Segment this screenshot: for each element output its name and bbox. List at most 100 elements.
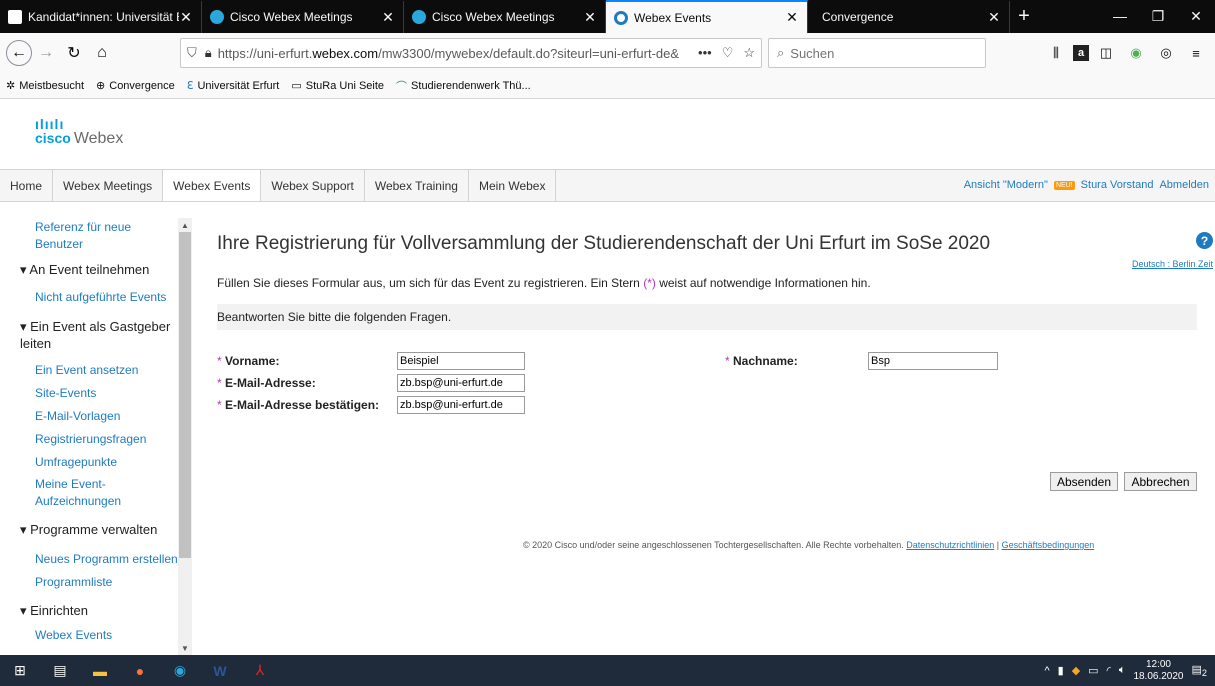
windows-start-icon[interactable]: ⊞ [0,655,40,686]
sidebar-section-einrichten[interactable]: ▾ Einrichten [20,602,88,619]
sidebar-item-site-events[interactable]: Site-Events [35,385,96,402]
webex-tray-icon[interactable]: ◆ [1072,664,1080,677]
tab-webex-meetings-2[interactable]: Cisco Webex Meetings ✕ [404,1,606,33]
tab-convergence[interactable]: Convergence ✕ [808,1,1010,33]
logout-link[interactable]: Abmelden [1159,179,1209,191]
scrollbar-thumb[interactable] [179,232,191,558]
sidebar-item-neues-programm[interactable]: Neues Programm erstellen [35,551,178,568]
library-icon[interactable]: ⫼ [1043,39,1069,67]
email-confirm-input[interactable] [397,396,525,414]
submit-button[interactable]: Absenden [1050,472,1118,491]
sidebar-section-programme[interactable]: ▾ Programme verwalten [20,521,157,538]
url-bar[interactable]: ⛉ 🔒︎ https://uni-erfurt. webex.com/mw3300… [180,38,762,68]
email-input[interactable] [397,374,525,392]
page-actions-icon[interactable]: ••• [698,45,712,61]
lock-icon[interactable]: 🔒︎ [205,45,212,61]
menu-mein-webex[interactable]: Mein Webex [469,170,557,201]
scroll-up-icon[interactable]: ▲ [178,218,192,232]
account-icon[interactable]: ◎ [1153,39,1179,67]
menu-webex-meetings[interactable]: Webex Meetings [53,170,164,201]
tracking-shield-icon[interactable]: ⛉ [187,45,197,61]
bookmark-uni-erfurt[interactable]: ℇ Universität Erfurt [187,79,280,93]
home-icon[interactable]: ⌂ [88,39,116,67]
help-icon[interactable]: ? [1196,232,1213,249]
menu-webex-events[interactable]: Webex Events [163,170,262,201]
forward-arrow-icon[interactable]: → [32,39,60,67]
file-explorer-icon[interactable]: ▬ [80,655,120,686]
tab-kandidat[interactable]: Kandidat*innen: Universität Erf ✕ [0,1,202,33]
close-tab-icon[interactable]: ✕ [583,9,597,26]
sidebar-icon[interactable]: ◫ [1093,39,1119,67]
amazon-extension-icon[interactable]: a [1073,45,1089,61]
menu-home[interactable]: Home [0,170,54,201]
back-arrow-icon[interactable]: ← [6,40,32,66]
minimize-icon[interactable]: — [1101,0,1139,32]
bookmark-studierendenwerk[interactable]: ⌒ Studierendenwerk Thü... [396,78,531,94]
wifi-icon[interactable]: ◜ [1107,664,1111,677]
bookmark-most-visited[interactable]: ✲ Meistbesucht [6,79,85,93]
notification-icon[interactable]: ▤2 [1192,663,1208,678]
bookmark-convergence[interactable]: ⊕ Convergence [96,79,175,93]
language-timezone-link[interactable]: Deutsch : Berlin Zeit [1132,259,1213,269]
webex-app-icon[interactable]: ◉ [160,655,200,686]
sidebar-item-webex-events[interactable]: Webex Events [35,627,112,644]
sidebar-section-gastgeber[interactable]: ▾ Ein Event als Gastgeber leiten [20,318,180,352]
clock[interactable]: 12:00 18.06.2020 [1133,659,1183,683]
sidebar-item-aufzeichnungen[interactable]: Meine Event-Aufzeichnungen [35,476,145,510]
user-name-link[interactable]: Stura Vorstand [1081,179,1154,191]
sidebar-item-ansetzen[interactable]: Ein Event ansetzen [35,362,138,379]
sidebar-item-programmliste[interactable]: Programmliste [35,574,112,591]
vorname-input[interactable] [397,352,525,370]
microphone-icon[interactable]: ▮ [1058,664,1064,677]
sidebar-item-referenz[interactable]: Referenz für neue Benutzer [35,219,165,253]
nachname-input[interactable] [868,352,998,370]
sidebar-scrollbar[interactable]: ▲ ▼ [178,218,192,655]
close-window-icon[interactable]: ✕ [1177,0,1215,32]
close-tab-icon[interactable]: ✕ [179,9,193,26]
close-tab-icon[interactable]: ✕ [381,9,395,26]
webex-wordmark: Webex [73,130,124,147]
caret-down-icon: ▾ [20,603,31,618]
cisco-webex-logo[interactable]: ılıılı cisco Webex [35,117,124,148]
menu-webex-support[interactable]: Webex Support [261,170,365,201]
browser-tools: ⫼ a ◫ ◉ ◎ ≡ [1043,39,1209,67]
sidebar-item-nicht-aufgefuehrt[interactable]: Nicht aufgeführte Events [35,289,166,306]
bookmark-stura[interactable]: ▭ StuRa Uni Seite [291,79,384,93]
required-star-note: (*) [643,276,656,290]
search-input[interactable]: ⌕ Suchen [768,38,986,68]
window-controls: — ❐ ✕ [1101,0,1215,32]
label-text: Vorname: [225,354,280,368]
firefox-icon[interactable]: ● [120,655,160,686]
required-marker: * [217,398,222,412]
menu-webex-training[interactable]: Webex Training [365,170,469,201]
folder-icon: ▭ [291,80,302,92]
bookmark-label: Meistbesucht [19,79,85,92]
pocket-icon[interactable]: ♡ [722,45,734,61]
close-tab-icon[interactable]: ✕ [987,9,1001,26]
modern-view-link[interactable]: Ansicht "Modern" [964,179,1048,191]
sidebar-item-umfragepunkte[interactable]: Umfragepunkte [35,454,117,471]
restore-icon[interactable]: ❐ [1139,0,1177,32]
task-view-icon[interactable]: ▤ [40,655,80,686]
tray-chevron-icon[interactable]: ^ [1044,665,1049,677]
acrobat-icon[interactable]: ⅄ [240,655,280,686]
terms-link[interactable]: Geschäftsbedingungen [1002,540,1095,550]
privacy-link[interactable]: Datenschutzrichtlinien [906,540,994,550]
reload-icon[interactable]: ↻ [60,39,88,67]
scroll-down-icon[interactable]: ▼ [178,641,192,655]
cancel-button[interactable]: Abbrechen [1124,472,1197,491]
close-tab-icon[interactable]: ✕ [785,9,799,26]
word-icon[interactable]: W [200,655,240,686]
sidebar-item-email-vorlagen[interactable]: E-Mail-Vorlagen [35,408,120,425]
extension-icon[interactable]: ◉ [1123,39,1149,67]
bookmark-star-icon[interactable]: ☆ [743,45,755,61]
sidebar-item-registrierungsfragen[interactable]: Registrierungsfragen [35,431,146,448]
menu-icon[interactable]: ≡ [1183,39,1209,67]
tab-webex-events[interactable]: Webex Events ✕ [606,0,808,33]
battery-icon[interactable]: ▭ [1088,664,1098,677]
tab-webex-meetings-1[interactable]: Cisco Webex Meetings ✕ [202,1,404,33]
volume-icon[interactable]: 🔈︎ [1119,664,1126,677]
tab-title: Kandidat*innen: Universität Erf [28,10,179,24]
sidebar-section-an-event[interactable]: ▾ An Event teilnehmen [20,261,149,278]
new-tab-button[interactable]: + [1010,0,1038,32]
